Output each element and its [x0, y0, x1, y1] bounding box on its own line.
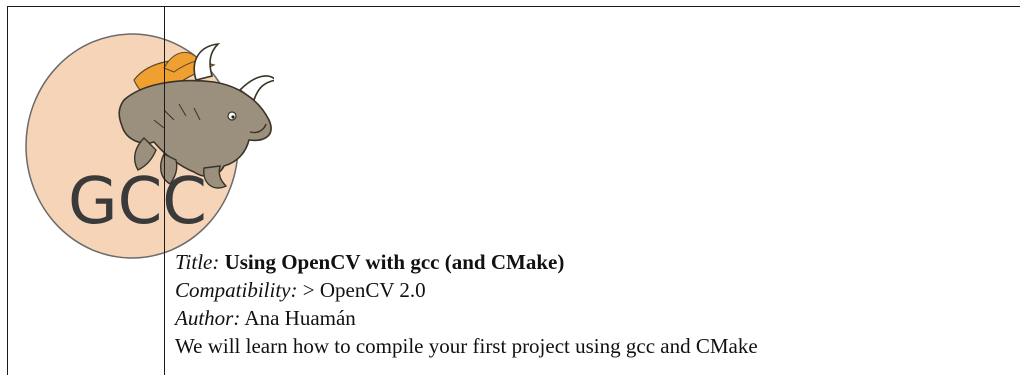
table-column-divider	[164, 6, 165, 375]
compatibility-row: Compatibility: > OpenCV 2.0	[175, 276, 758, 304]
author-label: Author:	[175, 306, 241, 330]
title-row: Title: Using OpenCV with gcc (and CMake)	[175, 248, 758, 276]
author-name: Ana Huamán	[244, 306, 356, 330]
tutorial-title: Using OpenCV with gcc (and CMake)	[224, 250, 565, 274]
table-left-border	[7, 6, 8, 375]
author-row: Author: Ana Huamán	[175, 304, 758, 332]
title-label: Title:	[175, 250, 220, 274]
compatibility-label: Compatibility:	[175, 278, 298, 302]
gcc-logo-icon: GCC	[25, 33, 274, 259]
tutorial-meta: Title: Using OpenCV with gcc (and CMake)…	[175, 248, 758, 360]
gcc-logo-text: GCC	[68, 165, 207, 239]
table-top-border	[7, 6, 1020, 7]
tutorial-description: We will learn how to compile your first …	[175, 334, 758, 358]
compatibility-value: > OpenCV 2.0	[302, 278, 426, 302]
document-page: GCC Title: Using OpenCV with gcc (and CM…	[0, 0, 1020, 375]
